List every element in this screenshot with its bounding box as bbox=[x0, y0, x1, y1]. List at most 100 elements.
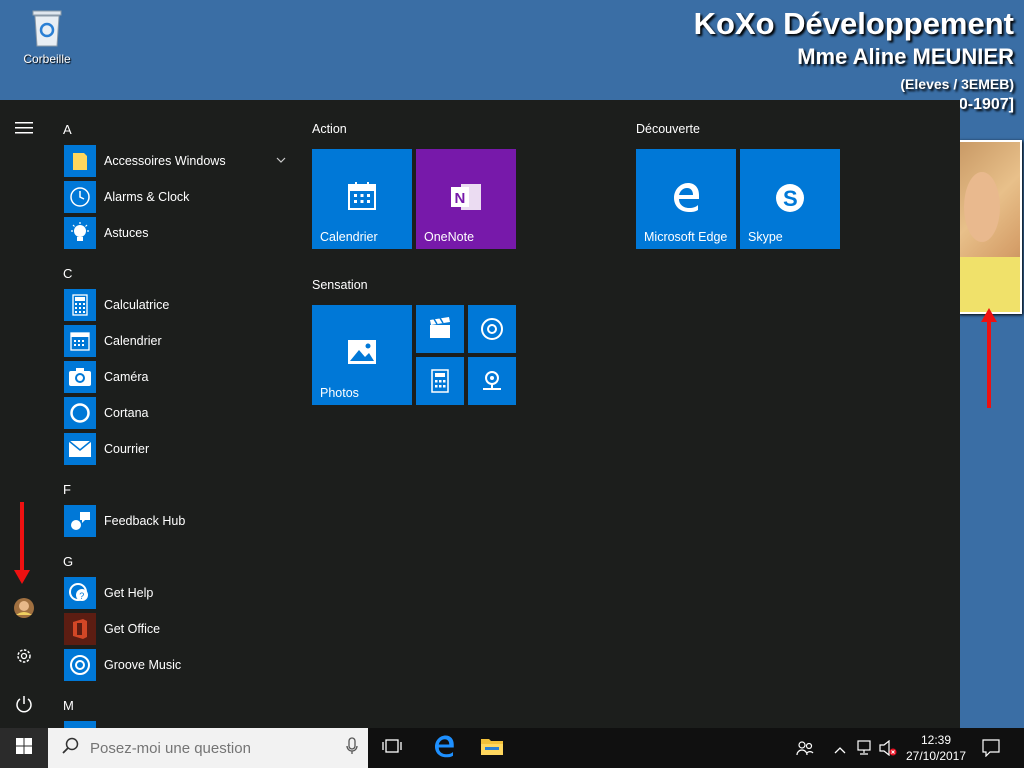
edge-icon bbox=[432, 734, 456, 763]
app-accessoires-windows[interactable]: Accessoires Windows bbox=[64, 145, 298, 177]
people-icon[interactable] bbox=[796, 740, 814, 761]
recycle-bin-icon bbox=[30, 8, 64, 48]
start-button[interactable] bbox=[0, 728, 48, 768]
annotation-arrow-down bbox=[14, 502, 30, 584]
app-label: Get Office bbox=[104, 622, 161, 636]
music-icon bbox=[64, 649, 96, 681]
tile-onenote[interactable]: N OneNote bbox=[416, 149, 516, 249]
folder-icon bbox=[64, 145, 96, 177]
calendar-icon bbox=[312, 181, 412, 211]
tile-groove-music[interactable] bbox=[468, 305, 516, 353]
tile-label: Photos bbox=[320, 386, 359, 400]
tile-label: Microsoft Edge bbox=[644, 230, 728, 244]
taskbar: 12:39 27/10/2017 bbox=[0, 728, 1024, 768]
start-rail bbox=[0, 100, 48, 728]
chevron-down-icon[interactable] bbox=[276, 153, 286, 167]
app-camera[interactable]: Caméra bbox=[64, 361, 298, 393]
app-get-help[interactable]: ? Get Help bbox=[64, 577, 298, 609]
app-calendrier[interactable]: Calendrier bbox=[64, 325, 298, 357]
task-view-icon bbox=[381, 738, 403, 759]
tile-label: Skype bbox=[748, 230, 783, 244]
letter-header-c[interactable]: C bbox=[63, 266, 72, 281]
film-icon bbox=[416, 317, 464, 339]
app-feedback-hub[interactable]: Feedback Hub bbox=[64, 505, 298, 537]
svg-text:S: S bbox=[783, 186, 798, 211]
power-icon[interactable] bbox=[0, 680, 48, 728]
help-icon: ? bbox=[64, 577, 96, 609]
letter-header-f[interactable]: F bbox=[63, 482, 71, 497]
app-partial[interactable] bbox=[64, 721, 298, 728]
overlay-title: KoXo Développement bbox=[693, 6, 1014, 41]
taskbar-edge-button[interactable] bbox=[420, 728, 468, 768]
app-label: Courrier bbox=[104, 442, 150, 456]
tile-label: OneNote bbox=[424, 230, 475, 244]
svg-text:?: ? bbox=[79, 591, 84, 601]
tile-calendrier[interactable]: Calendrier bbox=[312, 149, 412, 249]
app-groove-music[interactable]: Groove Music bbox=[64, 649, 298, 681]
network-icon[interactable] bbox=[857, 740, 875, 761]
app-calculatrice[interactable]: Calculatrice bbox=[64, 289, 298, 321]
volume-muted-icon[interactable] bbox=[879, 739, 897, 761]
app-label: Groove Music bbox=[104, 658, 182, 672]
tile-skype[interactable]: S Skype bbox=[740, 149, 840, 249]
user-avatar[interactable] bbox=[0, 584, 48, 632]
folder-icon bbox=[480, 736, 504, 761]
onenote-icon: N bbox=[416, 181, 516, 213]
app-cortana[interactable]: Cortana bbox=[64, 397, 298, 429]
app-label: Get Help bbox=[104, 586, 154, 600]
start-menu: A Accessoires Windows Alarms & Clock Ast… bbox=[0, 100, 960, 728]
feedback-icon bbox=[64, 505, 96, 537]
search-input[interactable] bbox=[88, 738, 332, 758]
tile-microsoft-edge[interactable]: Microsoft Edge bbox=[636, 149, 736, 249]
task-view-button[interactable] bbox=[368, 728, 416, 768]
annotation-arrow-up bbox=[981, 308, 997, 408]
taskbar-explorer-button[interactable] bbox=[468, 728, 516, 768]
office-icon bbox=[64, 613, 96, 645]
app-label: Accessoires Windows bbox=[104, 154, 226, 168]
overlay-group: (Eleves / 3EMEB) bbox=[900, 76, 1014, 92]
windows-logo-icon bbox=[16, 737, 32, 759]
user-photo bbox=[958, 140, 1022, 314]
letter-header-g[interactable]: G bbox=[63, 554, 73, 569]
cortana-icon bbox=[64, 397, 96, 429]
app-courrier[interactable]: Courrier bbox=[64, 433, 298, 465]
recycle-bin-shortcut[interactable]: Corbeille bbox=[18, 8, 76, 66]
skype-icon: S bbox=[740, 181, 840, 215]
search-icon bbox=[62, 737, 80, 760]
photos-icon bbox=[312, 339, 412, 365]
app-label: Caméra bbox=[104, 370, 149, 384]
app-label: Alarms & Clock bbox=[104, 190, 190, 204]
letter-header-m[interactable]: M bbox=[63, 698, 74, 713]
lightbulb-icon bbox=[64, 217, 96, 249]
letter-header-a[interactable]: A bbox=[63, 122, 72, 137]
microphone-icon[interactable] bbox=[346, 736, 358, 760]
group-title-action[interactable]: Action bbox=[312, 122, 347, 136]
mail-icon bbox=[64, 433, 96, 465]
recycle-bin-label: Corbeille bbox=[23, 52, 71, 66]
group-title-sensation[interactable]: Sensation bbox=[312, 278, 368, 292]
clock-date: 27/10/2017 bbox=[905, 749, 967, 763]
clock[interactable]: 12:39 27/10/2017 bbox=[900, 732, 972, 764]
clock-icon bbox=[64, 181, 96, 213]
hamburger-icon[interactable] bbox=[0, 104, 48, 152]
clock-time: 12:39 bbox=[920, 733, 952, 747]
gear-icon[interactable] bbox=[0, 632, 48, 680]
action-center-icon[interactable] bbox=[982, 739, 1000, 762]
app-list: A Accessoires Windows Alarms & Clock Ast… bbox=[48, 100, 298, 728]
app-astuces[interactable]: Astuces bbox=[64, 217, 298, 249]
app-alarms-clock[interactable]: Alarms & Clock bbox=[64, 181, 298, 213]
search-box[interactable] bbox=[48, 728, 368, 768]
music-icon bbox=[468, 317, 516, 341]
tile-maps[interactable] bbox=[468, 357, 516, 405]
tile-films-tv[interactable] bbox=[416, 305, 464, 353]
map-pin-icon bbox=[468, 369, 516, 393]
app-get-office[interactable]: Get Office bbox=[64, 613, 298, 645]
overlay-user-name: Mme Aline MEUNIER bbox=[797, 44, 1014, 69]
tile-photos[interactable]: Photos bbox=[312, 305, 412, 405]
svg-text:N: N bbox=[455, 190, 466, 207]
group-title-decouverte[interactable]: Découverte bbox=[636, 122, 700, 136]
chevron-up-icon[interactable] bbox=[834, 742, 846, 760]
tile-calculatrice[interactable] bbox=[416, 357, 464, 405]
calculator-icon bbox=[64, 289, 96, 321]
app-label: Calendrier bbox=[104, 334, 162, 348]
